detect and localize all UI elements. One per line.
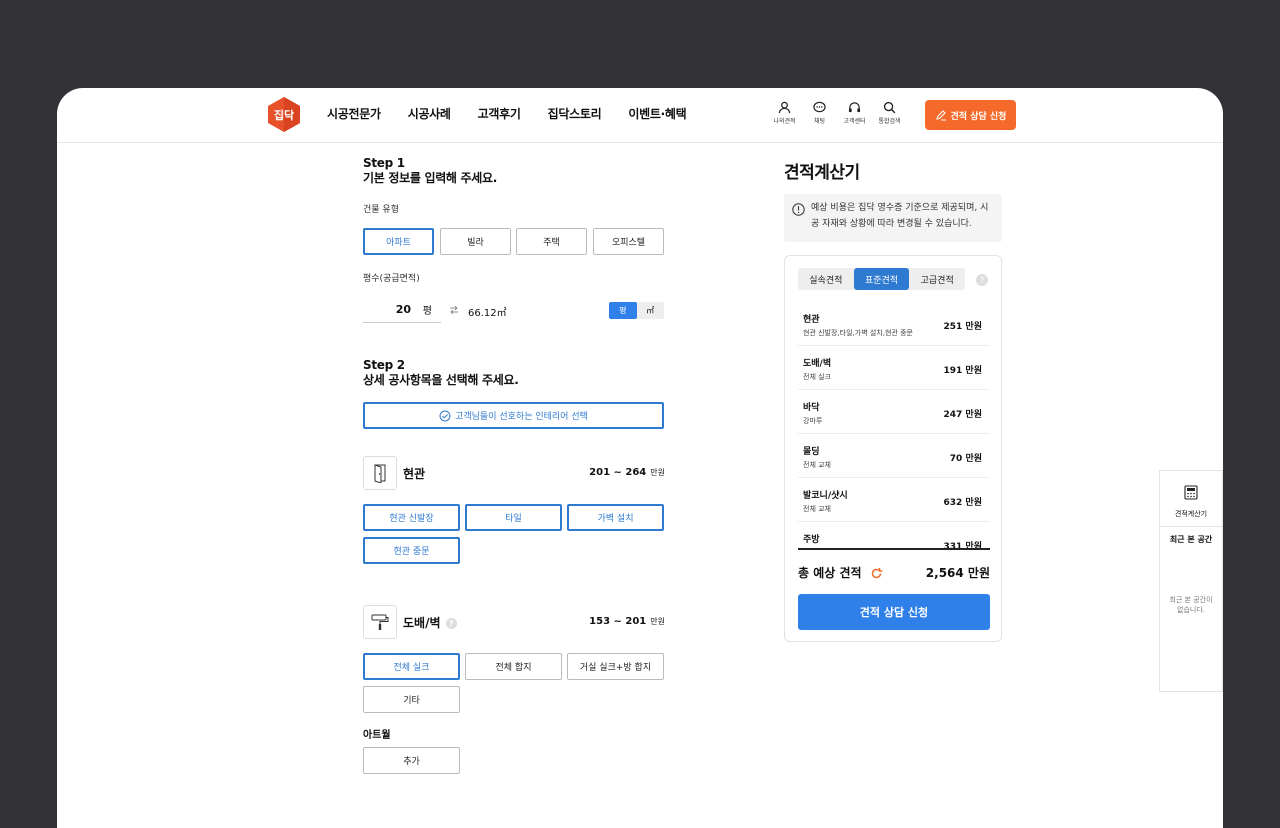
estimate-item: 바닥 강마루 247 만원 [798, 390, 990, 434]
estimate-item: 현관 현관 신발장,타일,가벽 설치,현관 중문 251 만원 [798, 302, 990, 346]
chat-label: 채팅 [813, 118, 826, 125]
paint-roller-icon [371, 614, 389, 630]
entrance-category-icon [363, 456, 397, 490]
search-icon [883, 101, 896, 114]
area-label: 평수(공급면적) [363, 274, 420, 284]
category-name-entrance: 현관 [403, 467, 426, 481]
category-range-wallpaper: 153 ~ 201 만원 [589, 616, 665, 627]
help-icon[interactable]: ? [976, 274, 988, 286]
app-window: 집닥 시공전문가 시공사례 고객후기 집닥스토리 이벤트·혜택 나의견적 채팅 … [57, 88, 1223, 828]
calculator-notice: 예상 비용은 집닥 영수증 기준으로 제공되며, 시공 자재와 상황에 따라 변… [784, 194, 1002, 242]
step2-title: Step 2 [363, 358, 405, 372]
option-entrance-middle-door[interactable]: 현관 중문 [363, 537, 460, 564]
support-label: 고객센터 [843, 118, 866, 125]
support-button[interactable]: 고객센터 [837, 101, 872, 125]
headset-icon [848, 102, 861, 113]
building-type-apartment[interactable]: 아파트 [363, 228, 434, 255]
unit-toggle-sqm[interactable]: ㎡ [637, 302, 665, 319]
estimate-item: 발코니/샷시 전체 교체 632 만원 [798, 478, 990, 522]
building-type-villa[interactable]: 빌라 [440, 228, 511, 255]
nav-item-story[interactable]: 집닥스토리 [548, 105, 602, 122]
side-widget: 견적계산기 최근 본 공간 최근 본 공간이 없습니다. [1159, 470, 1223, 692]
preferred-interior-button[interactable]: 고객님들이 선호하는 인테리어 선택 [363, 402, 664, 429]
step1-header: Step 1 기본 정보를 입력해 주세요. [363, 156, 497, 186]
search-label: 통합검색 [878, 118, 901, 125]
area-converted: 66.12㎡ [468, 308, 507, 319]
side-calculator-label: 견적계산기 [1174, 510, 1208, 518]
logo[interactable]: 집닥 [268, 97, 300, 132]
user-icon [778, 101, 791, 114]
notice-text: 예상 비용은 집닥 영수증 기준으로 제공되며, 시공 자재와 상황에 따라 변… [811, 203, 989, 229]
estimate-card: 실속견적 표준견적 고급견적 ? 현관 현관 신발장,타일,가벽 설치,현관 중… [784, 255, 1002, 642]
check-circle-icon [439, 410, 451, 421]
area-input[interactable]: 20 평 [363, 300, 441, 323]
recent-spaces-title: 최근 본 공간 [1169, 535, 1213, 544]
alert-icon [792, 203, 805, 216]
option-wall-full-silk[interactable]: 전체 실크 [363, 653, 460, 680]
building-type-house[interactable]: 주택 [516, 228, 587, 255]
option-wall-full-paper[interactable]: 전체 합지 [465, 653, 562, 680]
door-icon [374, 464, 386, 483]
estimate-submit-button[interactable]: 견적 상담 신청 [798, 594, 990, 630]
main-nav: 시공전문가 시공사례 고객후기 집닥스토리 이벤트·혜택 [327, 105, 713, 122]
consult-request-button[interactable]: 견적 상담 신청 [925, 100, 1016, 130]
step1-title: Step 1 [363, 156, 405, 170]
artwall-add-button[interactable]: 추가 [363, 747, 460, 774]
unit-toggle-pyeong[interactable]: 평 [609, 302, 637, 319]
estimate-item: 주방 331 만원 [798, 522, 990, 548]
header: 집닥 시공전문가 시공사례 고객후기 집닥스토리 이벤트·혜택 나의견적 채팅 … [57, 88, 1223, 143]
info-icon[interactable]: ? [445, 618, 457, 629]
tab-standard[interactable]: 표준견적 [853, 268, 910, 290]
total-value: 2,564 만원 [925, 566, 990, 580]
area-value: 20 [395, 303, 411, 316]
option-entrance-partition[interactable]: 가벽 설치 [567, 504, 664, 531]
step1-subtitle: 기본 정보를 입력해 주세요. [363, 171, 498, 185]
swap-arrows-icon [450, 306, 458, 314]
step2-subtitle: 상세 공사항목을 선택해 주세요. [363, 373, 519, 387]
calculator-icon [1184, 485, 1198, 500]
nav-item-reviews[interactable]: 고객후기 [478, 105, 521, 122]
estimate-items[interactable]: 현관 현관 신발장,타일,가벽 설치,현관 중문 251 만원 도배/벽 전체 … [798, 302, 990, 550]
option-wall-mixed[interactable]: 거실 실크+방 합지 [567, 653, 664, 680]
nav-item-events[interactable]: 이벤트·혜택 [628, 105, 686, 122]
category-range-entrance: 201 ~ 264 만원 [589, 467, 665, 478]
unit-toggle: 평 ㎡ [609, 302, 664, 319]
chat-button[interactable]: 채팅 [802, 101, 837, 125]
my-estimate-button[interactable]: 나의견적 [767, 101, 802, 125]
step2-header: Step 2 상세 공사항목을 선택해 주세요. [363, 358, 519, 388]
nav-item-experts[interactable]: 시공전문가 [327, 105, 381, 122]
total-label: 총 예상 견적 [798, 564, 883, 581]
svg-text:집닥: 집닥 [274, 108, 294, 122]
pen-icon [935, 110, 946, 121]
recent-spaces-empty: 최근 본 공간이 없습니다. [1169, 596, 1213, 614]
building-type-label: 건물 유형 [363, 205, 399, 215]
option-wall-other[interactable]: 기타 [363, 686, 460, 713]
calculator-title: 견적계산기 [784, 163, 860, 183]
building-type-officetel[interactable]: 오피스텔 [593, 228, 664, 255]
chat-icon [813, 101, 826, 113]
estimate-item: 도배/벽 전체 실크 191 만원 [798, 346, 990, 390]
my-estimate-label: 나의견적 [773, 118, 796, 125]
nav-item-cases[interactable]: 시공사례 [408, 105, 451, 122]
option-entrance-shoe-cabinet[interactable]: 현관 신발장 [363, 504, 460, 531]
estimate-tabs: 실속견적 표준견적 고급견적 [798, 268, 965, 290]
refresh-icon[interactable] [870, 567, 883, 580]
wallpaper-category-icon [363, 605, 397, 639]
estimate-item: 몰딩 전체 교체 70 만원 [798, 434, 990, 478]
header-icons: 나의견적 채팅 고객센터 통합검색 [767, 101, 907, 125]
artwall-label: 아트월 [363, 730, 391, 741]
option-entrance-tile[interactable]: 타일 [465, 504, 562, 531]
category-name-wallpaper: 도배/벽? [403, 614, 457, 631]
tab-budget[interactable]: 실속견적 [798, 268, 854, 290]
preferred-interior-label: 고객님들이 선호하는 인테리어 선택 [455, 412, 588, 422]
side-calculator-button[interactable]: 견적계산기 [1160, 471, 1222, 527]
search-button[interactable]: 통합검색 [872, 101, 907, 125]
area-unit: 평 [422, 306, 432, 317]
tab-premium[interactable]: 고급견적 [909, 268, 965, 290]
consult-request-label: 견적 상담 신청 [950, 111, 1007, 122]
